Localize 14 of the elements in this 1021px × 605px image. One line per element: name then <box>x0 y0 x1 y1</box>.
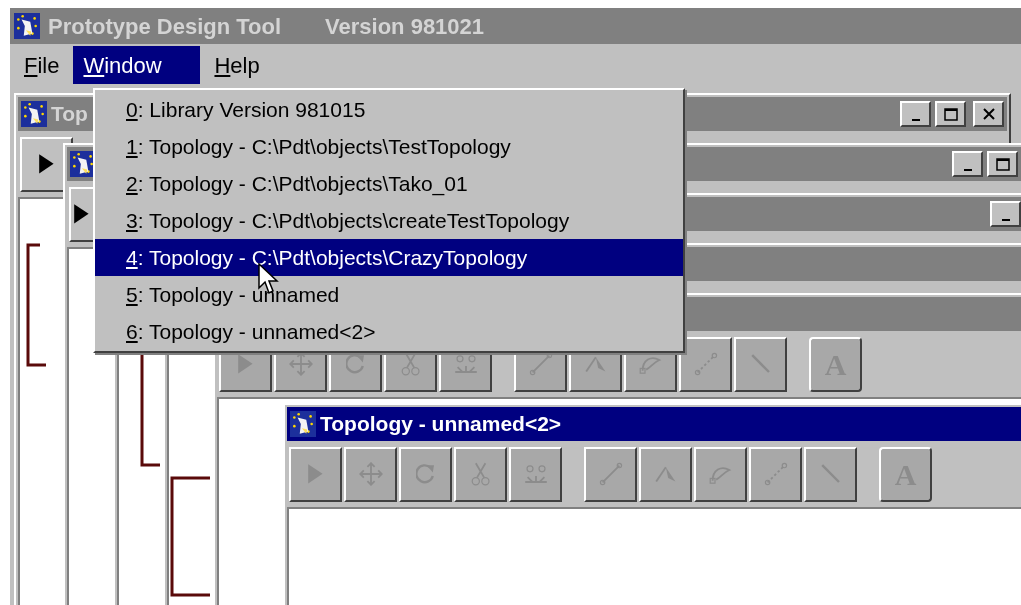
menu-item[interactable]: 1: Topology - C:\Pdt\objects\TestTopology <box>95 128 683 165</box>
menu-item[interactable]: Help <box>204 46 270 84</box>
menu-item[interactable]: File <box>14 46 70 84</box>
menu-item[interactable]: 6: Topology - unnamed<2> <box>95 313 683 350</box>
menu-item[interactable]: 3: Topology - C:\Pdt\objects\createTestTopology <box>95 202 683 239</box>
menu-item[interactable]: 4: Topology - C:\Pdt\objects\CrazyTopology <box>95 239 683 276</box>
menu-item[interactable]: 0: Library Version 981015 <box>95 91 683 128</box>
menu-item[interactable]: 2: Topology - C:\Pdt\objects\Tako_01 <box>95 165 683 202</box>
menu-item[interactable]: 5: Topology - unnamed <box>95 276 683 313</box>
window-title: Topology - unnamed<2> <box>320 411 562 438</box>
menu-item[interactable]: Window <box>73 46 201 84</box>
app-title: Prototype Design Tool <box>48 12 282 41</box>
window-title: Top <box>51 101 88 128</box>
app-version: Version 981021 <box>325 12 485 41</box>
